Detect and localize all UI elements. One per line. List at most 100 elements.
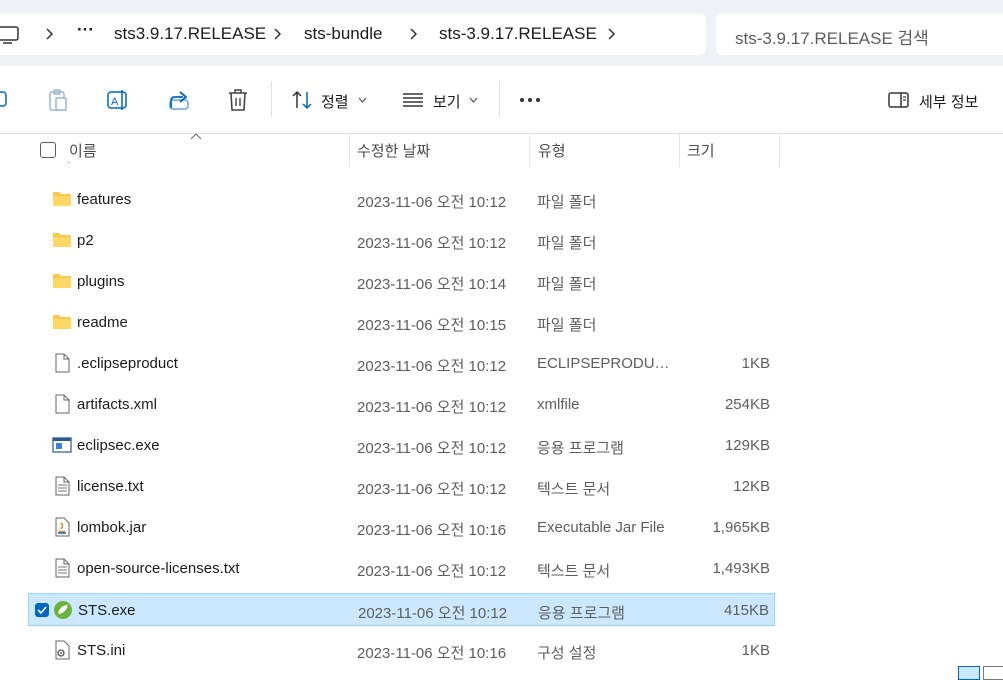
sort-button[interactable]: 정렬 (321, 91, 349, 112)
details-pane-icon[interactable] (888, 91, 910, 109)
folder-icon (52, 230, 72, 250)
breadcrumb-item[interactable]: sts-3.9.17.RELEASE (439, 24, 597, 44)
file-name: open-source-licenses.txt (77, 560, 240, 577)
file-name: lombok.jar (77, 519, 147, 536)
file-row[interactable]: .eclipseproduct 2023-11-06 오전 10:12 ECLIPS… (28, 347, 775, 380)
rename-icon[interactable]: A (106, 88, 130, 112)
column-divider[interactable] (529, 133, 530, 167)
spring-icon (53, 600, 73, 620)
address-bar-row: ··· sts3.9.17.RELEASE sts-bundle sts-3.9… (0, 0, 1003, 66)
file-type: 텍스트 문서 (537, 563, 611, 580)
file-row[interactable]: license.txt 2023-11-06 오전 10:12 텍스트 문서 12KB (28, 470, 775, 503)
file-row[interactable]: p2 2023-11-06 오전 10:12 파일 폴더 (28, 224, 775, 257)
chevron-right-icon[interactable] (272, 28, 282, 40)
overflow-breadcrumb-icon[interactable]: ··· (77, 20, 94, 40)
column-header-size[interactable]: 크기 (687, 140, 715, 161)
details-pane-button[interactable]: 세부 정보 (919, 91, 978, 112)
column-divider[interactable] (779, 133, 780, 167)
column-divider[interactable] (679, 133, 680, 167)
java-jar-icon (52, 517, 72, 537)
file-size: 1,965KB (712, 519, 770, 536)
file-type: 응용 프로그램 (538, 605, 625, 622)
file-row[interactable]: features 2023-11-06 오전 10:12 파일 폴더 (28, 183, 775, 216)
file-date: 2023-11-06 오전 10:16 (357, 645, 507, 662)
file-date: 2023-11-06 오전 10:15 (357, 317, 507, 334)
file-date: 2023-11-06 오전 10:12 (357, 194, 507, 211)
text-file-icon (52, 558, 72, 578)
sort-icon[interactable] (291, 90, 313, 110)
settings-file-icon (52, 640, 72, 660)
file-row[interactable]: STS.ini 2023-11-06 오전 10:16 구성 설정 1KB (28, 634, 775, 667)
file-name: readme (77, 314, 128, 331)
file-row[interactable]: lombok.jar 2023-11-06 오전 10:16 Executable … (28, 511, 775, 544)
blank-file-icon (52, 394, 72, 414)
file-name: STS.exe (78, 602, 136, 619)
this-pc-icon[interactable] (0, 25, 20, 45)
file-type: 파일 폴더 (537, 235, 597, 252)
file-date: 2023-11-06 오전 10:12 (357, 399, 507, 416)
view-button[interactable]: 보기 (433, 91, 461, 112)
text-file-icon (52, 476, 72, 496)
file-type: 파일 폴더 (537, 276, 597, 293)
file-name: plugins (77, 273, 125, 290)
file-date: 2023-11-06 오전 10:12 (357, 358, 507, 375)
file-row[interactable]: eclipsec.exe 2023-11-06 오전 10:12 응용 프로그램 12… (28, 429, 775, 462)
file-size: 1KB (741, 642, 770, 659)
file-type: xmlfile (537, 396, 580, 413)
toolbar-divider (271, 81, 272, 117)
scroll-hint-dot: · (67, 157, 71, 168)
search-placeholder: sts-3.9.17.RELEASE 검색 (735, 29, 929, 48)
file-type: Executable Jar File (537, 519, 665, 536)
file-type: 파일 폴더 (537, 317, 597, 334)
tiles-view-toggle[interactable] (983, 666, 1003, 680)
file-row[interactable]: readme 2023-11-06 오전 10:15 파일 폴더 (28, 306, 775, 339)
column-header-date[interactable]: 수정한 날짜 (357, 140, 430, 161)
file-name: STS.ini (77, 642, 126, 659)
file-row[interactable]: plugins 2023-11-06 오전 10:14 파일 폴더 (28, 265, 775, 298)
file-row[interactable]: STS.exe 2023-11-06 오전 10:12 응용 프로그램 415KB (28, 593, 775, 626)
share-icon[interactable] (167, 88, 191, 112)
svg-text:A: A (111, 96, 119, 108)
file-name: .eclipseproduct (77, 355, 178, 372)
file-name: p2 (77, 232, 94, 249)
file-type: ECLIPSEPRODUCT... (537, 355, 677, 372)
folder-icon (52, 189, 72, 209)
chevron-right-icon[interactable] (408, 28, 418, 40)
file-name: artifacts.xml (77, 396, 158, 413)
cut-icon[interactable] (0, 90, 10, 108)
file-date: 2023-11-06 오전 10:14 (357, 276, 507, 293)
chevron-right-icon[interactable] (606, 28, 616, 40)
chevron-down-icon[interactable] (358, 97, 367, 103)
file-date: 2023-11-06 오전 10:12 (357, 563, 507, 580)
checkmark-icon (37, 606, 47, 615)
view-list-icon[interactable] (402, 92, 424, 108)
column-header-name[interactable]: 이름 (69, 140, 97, 161)
blank-file-icon (52, 353, 72, 373)
file-name: license.txt (77, 478, 144, 495)
file-row[interactable]: artifacts.xml 2023-11-06 오전 10:12 xmlfile 2… (28, 388, 775, 421)
file-size: 415KB (723, 602, 769, 619)
column-divider[interactable] (349, 133, 350, 167)
breadcrumb-item[interactable]: sts3.9.17.RELEASE (114, 24, 266, 44)
file-date: 2023-11-06 오전 10:12 (358, 605, 508, 622)
file-date: 2023-11-06 오전 10:12 (357, 235, 507, 252)
paste-icon[interactable] (47, 88, 69, 112)
select-all-checkbox[interactable] (40, 142, 56, 158)
chevron-down-icon[interactable] (469, 97, 478, 103)
file-name: features (77, 191, 132, 208)
file-row[interactable]: open-source-licenses.txt 2023-11-06 오전 10… (28, 552, 775, 585)
column-header-type[interactable]: 유형 (538, 140, 566, 161)
delete-icon[interactable] (227, 88, 249, 112)
command-bar: A 정렬 보기 세부 정보 (0, 66, 1003, 134)
file-date: 2023-11-06 오전 10:16 (357, 522, 507, 539)
chevron-right-icon[interactable] (44, 28, 54, 40)
file-size: 129KB (724, 437, 770, 454)
more-options-icon[interactable] (519, 97, 543, 103)
breadcrumb-item[interactable]: sts-bundle (304, 24, 382, 44)
details-view-toggle[interactable] (958, 666, 980, 680)
file-size: 254KB (724, 396, 770, 413)
file-type: 텍스트 문서 (537, 481, 611, 498)
row-checkbox-checked[interactable] (35, 603, 49, 617)
file-size: 12KB (733, 478, 770, 495)
file-type: 파일 폴더 (537, 194, 597, 211)
